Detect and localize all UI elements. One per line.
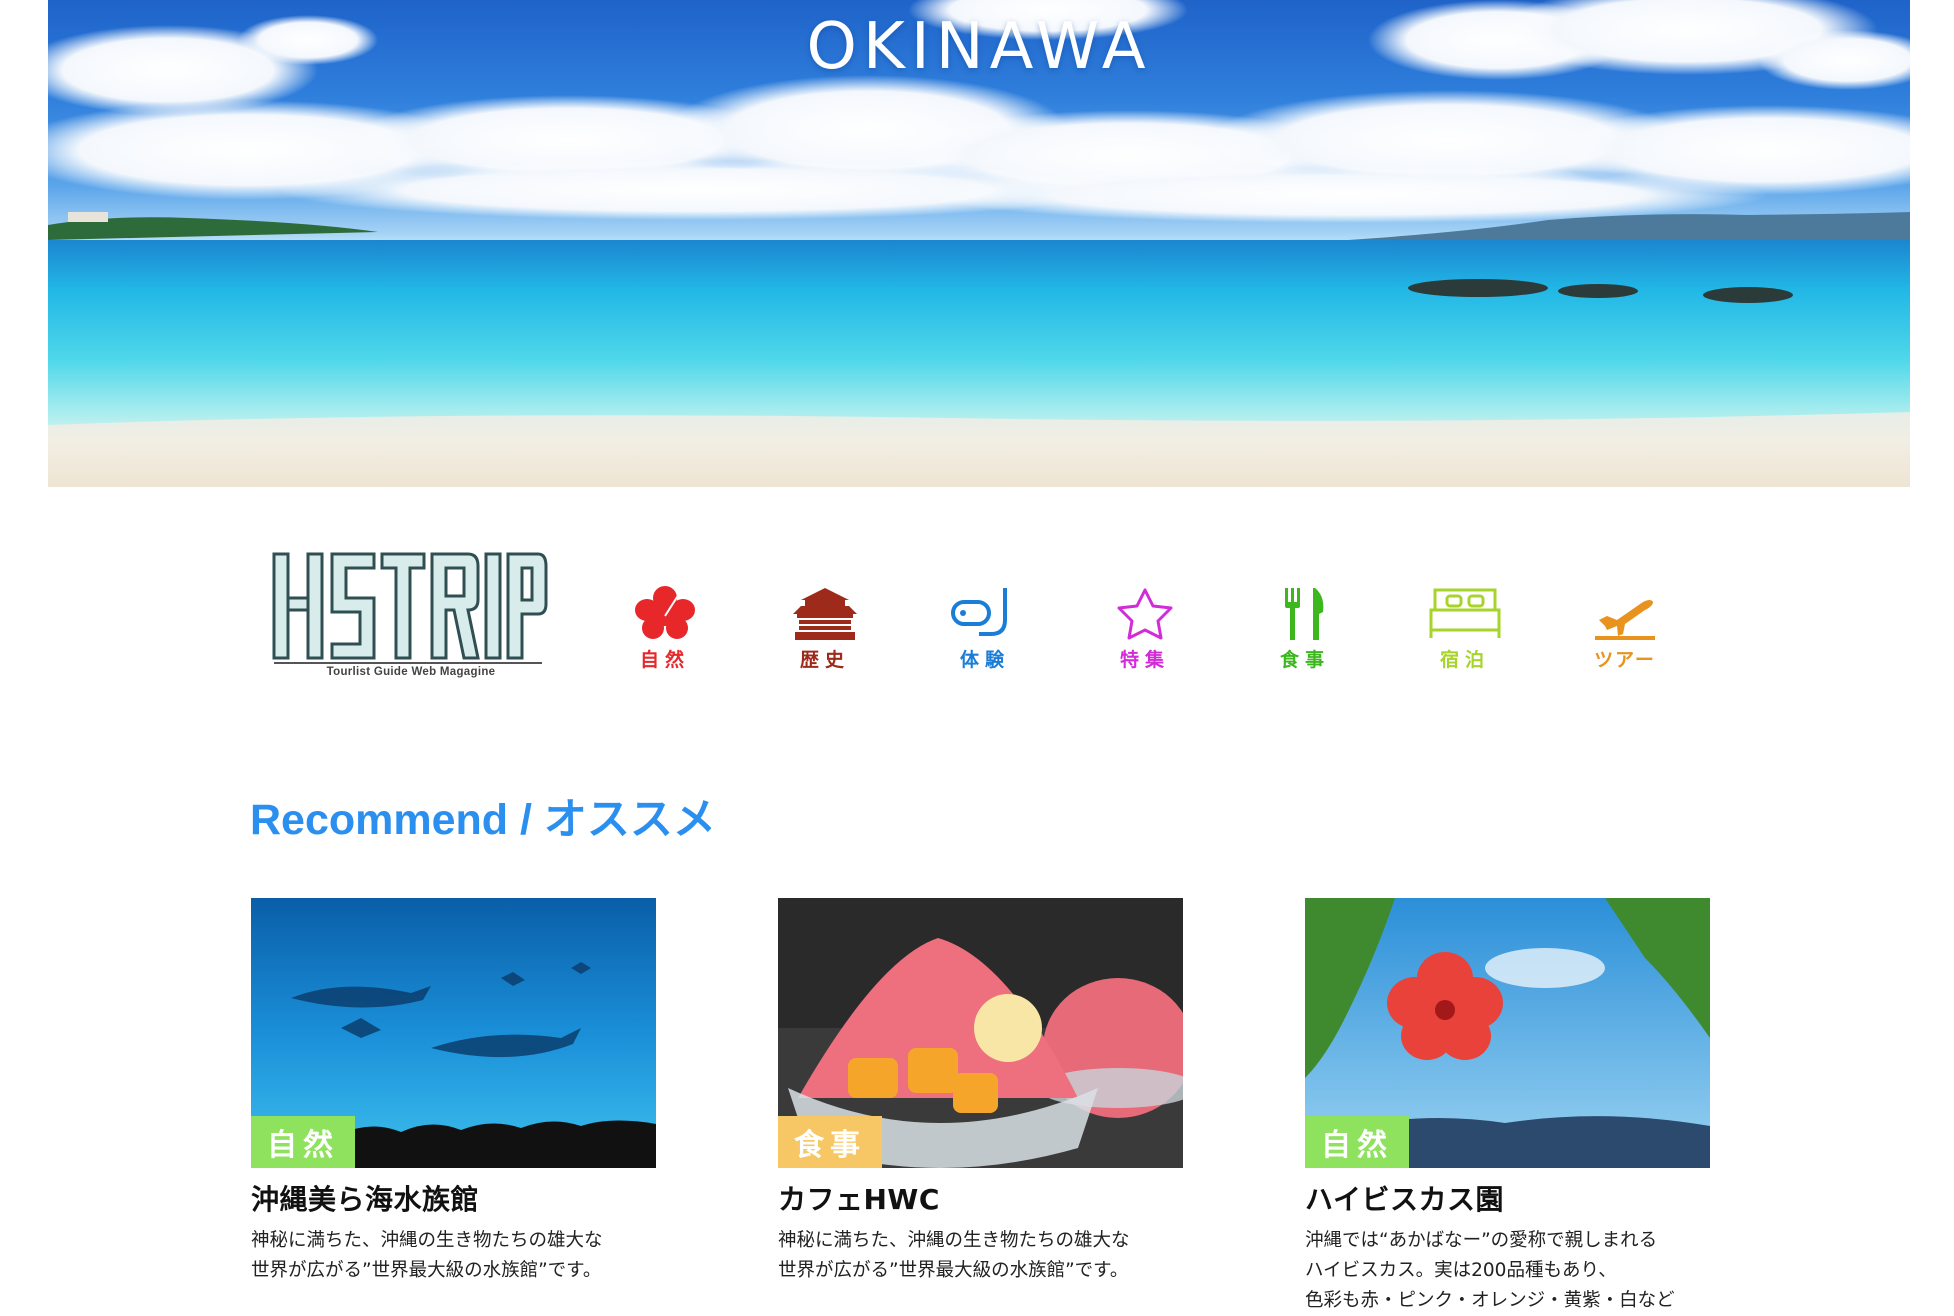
nav-label: 食事 [1279, 649, 1330, 671]
card-title: 沖縄美ら海水族館 [251, 1183, 480, 1216]
card-thumbnail: 食事 [778, 898, 1183, 1168]
card-description: 神秘に満ちた、沖縄の生き物たちの雄大な 世界が広がる”世界最大級の水族館”です。 [778, 1230, 1130, 1281]
snorkel-icon [951, 588, 1007, 636]
nav-label: 歴史 [799, 649, 850, 671]
nav-item-stay[interactable]: 宿泊 [1405, 586, 1525, 696]
nav-item-food[interactable]: 食事 [1245, 586, 1365, 696]
site-logo[interactable]: Tourlist Guide Web Magagine [272, 548, 548, 680]
card-category-tag: 食事 [778, 1116, 882, 1168]
recommend-card[interactable]: 自然 沖縄美ら海水族館 神秘に満ちた、沖縄の生き物たちの雄大な 世界が広がる”世… [251, 898, 656, 1286]
card-title: ハイビスカス園 [1305, 1183, 1504, 1216]
recommend-card[interactable]: 自然 ハイビスカス園 沖縄では“あかばなー”の愛称で親しまれる ハイビスカス。実… [1305, 898, 1710, 1316]
card-thumbnail: 自然 [1305, 898, 1710, 1168]
nav-item-history[interactable]: 歴史 [765, 586, 885, 696]
recommend-card[interactable]: 食事 カフェHWC 神秘に満ちた、沖縄の生き物たちの雄大な 世界が広がる”世界最… [778, 898, 1183, 1286]
category-nav: Tourlist Guide Web Magagine 自然 歴史 体験 特集 … [0, 530, 1954, 700]
logo-tagline: Tourlist Guide Web Magagine [326, 666, 496, 678]
shuri-castle-icon [793, 588, 857, 640]
card-description: 神秘に満ちた、沖縄の生き物たちの雄大な 世界が広がる”世界最大級の水族館”です。 [251, 1230, 603, 1281]
hibiscus-icon [635, 586, 695, 639]
section-title: Recommend / オススメ [250, 796, 716, 844]
fork-knife-icon [1285, 588, 1324, 640]
logo-rule [274, 662, 542, 664]
bed-icon [1429, 588, 1501, 638]
hero-banner: OKINAWA [48, 0, 1910, 487]
airplane-icon [1595, 600, 1655, 640]
hero-title: OKINAWA [806, 10, 1152, 84]
nav-label: 体験 [959, 649, 1010, 671]
nav-item-nature[interactable]: 自然 [605, 586, 725, 696]
card-title: カフェHWC [778, 1183, 940, 1216]
hstrip-logo-mark [272, 552, 548, 660]
card-description: 沖縄では“あかばなー”の愛称で親しまれる ハイビスカス。実は200品種もあり、 … [1305, 1230, 1675, 1311]
nav-label: 宿泊 [1439, 649, 1490, 671]
nav-item-tour[interactable]: ツアー [1565, 586, 1685, 696]
nav-label: ツアー [1594, 649, 1656, 671]
nav-label: 特集 [1119, 649, 1170, 671]
nav-item-experience[interactable]: 体験 [925, 586, 1045, 696]
card-category-tag: 自然 [251, 1116, 355, 1168]
card-thumbnail: 自然 [251, 898, 656, 1168]
nav-label: 自然 [639, 649, 690, 671]
card-category-tag: 自然 [1305, 1116, 1409, 1168]
star-icon [1117, 588, 1173, 640]
nav-item-feature[interactable]: 特集 [1085, 586, 1205, 696]
